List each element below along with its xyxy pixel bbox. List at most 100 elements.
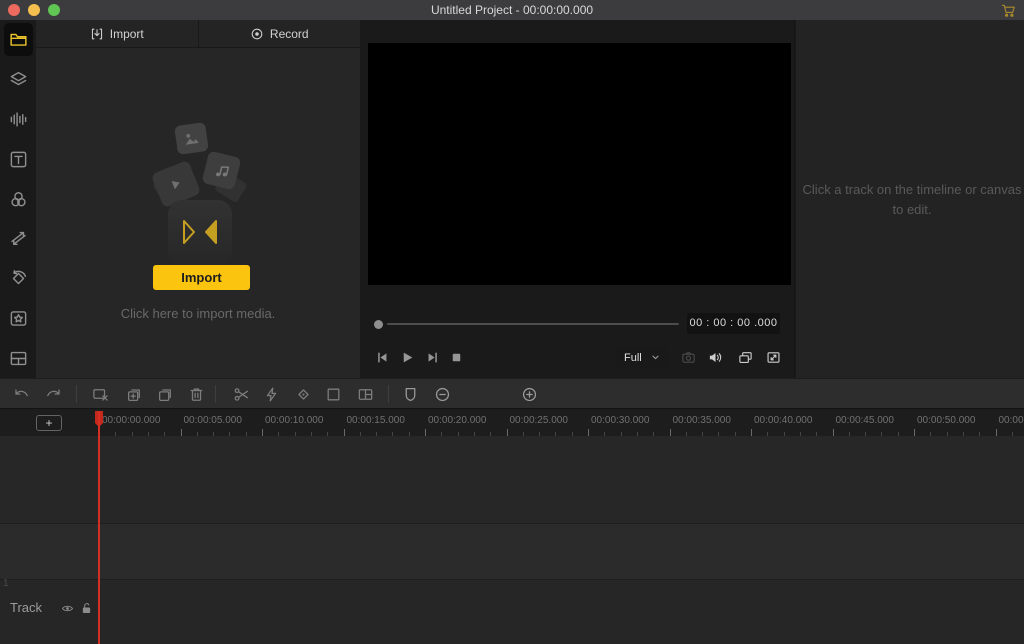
undo-icon[interactable] (13, 386, 30, 403)
redo-icon[interactable] (45, 386, 62, 403)
toolbar-divider (76, 385, 77, 403)
sidebar-item-effects[interactable] (0, 298, 36, 338)
tab-record[interactable]: Record (197, 20, 361, 47)
toolbar-divider (388, 385, 389, 403)
zoom-in-icon[interactable] (521, 386, 538, 403)
layers-icon (9, 70, 28, 89)
app-window: Untitled Project - 00:00:00.000 Import R… (0, 0, 1024, 644)
copy-icon[interactable] (126, 386, 143, 403)
add-track-button[interactable]: + (36, 415, 62, 431)
window-title: Untitled Project - 00:00:00.000 (430, 3, 594, 17)
transitions-icon (9, 229, 28, 248)
stop-icon[interactable] (449, 350, 464, 365)
camera-icon[interactable] (681, 350, 696, 365)
split-grid-icon[interactable] (357, 386, 374, 403)
duplicate-icon[interactable] (157, 386, 174, 403)
marker-icon[interactable] (402, 386, 419, 403)
ruler-tick (751, 429, 752, 436)
inspector-panel: Click a track on the timeline or canvas … (796, 20, 1024, 378)
keyframe-icon[interactable] (295, 386, 312, 403)
crop-icon[interactable] (325, 386, 342, 403)
speed-icon[interactable] (263, 386, 280, 403)
delete-clip-icon[interactable] (92, 386, 109, 403)
ruler-label: 00:00:15.000 (346, 415, 405, 426)
import-tab-icon (90, 27, 104, 41)
ruler-label: 00:00:10.000 (265, 415, 324, 426)
ruler-label: 00:00:35.000 (672, 415, 731, 426)
ruler-label: 00:00:00.000 (102, 415, 161, 426)
sidebar (0, 20, 36, 378)
ruler-tick (180, 429, 182, 436)
sidebar-item-audio[interactable] (0, 100, 36, 140)
ruler-tick (425, 429, 426, 436)
import-button[interactable]: Import (153, 265, 250, 290)
cart-icon[interactable] (1001, 3, 1016, 18)
timeline-empty-area[interactable] (0, 436, 1024, 523)
timeline-tracks: 1 Track (0, 436, 1024, 644)
ruler-tick (343, 429, 345, 436)
tab-record-label: Record (269, 26, 309, 41)
chevron-down-icon (651, 353, 660, 362)
ruler-tick (506, 429, 508, 436)
track-number: 1 (3, 578, 9, 589)
text-icon (9, 150, 28, 169)
eye-icon[interactable] (61, 602, 74, 615)
toolbar-divider (215, 385, 216, 403)
sidebar-item-text[interactable] (0, 139, 36, 179)
scrubber-track[interactable] (387, 323, 679, 325)
play-icon[interactable] (400, 350, 415, 365)
preview-zoom-value: Full (624, 351, 642, 364)
ruler-label: 00:00:40.000 (754, 415, 813, 426)
edit-toolbar: Export (0, 378, 1024, 408)
ruler-label: 00:00:50.000 (917, 415, 976, 426)
lock-icon[interactable] (80, 602, 93, 615)
fullscreen-icon[interactable] (766, 350, 781, 365)
split-screen-icon (9, 349, 28, 368)
tab-import[interactable]: Import (36, 20, 198, 47)
sidebar-item-transitions[interactable] (0, 219, 36, 259)
import-artwork (36, 48, 360, 279)
scissors-icon[interactable] (233, 386, 250, 403)
sidebar-item-elements[interactable] (0, 60, 36, 100)
scrubber-handle[interactable] (374, 320, 383, 329)
track-lane[interactable] (0, 523, 1024, 579)
ruler-label: 00:00:20.000 (428, 415, 487, 426)
import-hint: Click here to import media. (120, 306, 276, 321)
trash-icon[interactable] (188, 386, 205, 403)
rotate-icon (9, 269, 28, 288)
filters-icon (9, 190, 28, 209)
preview-zoom-select[interactable]: Full (617, 347, 667, 368)
preview-canvas[interactable] (368, 43, 791, 285)
effects-icon (9, 309, 28, 328)
sidebar-item-behaviors[interactable] (0, 259, 36, 299)
next-frame-icon[interactable] (425, 350, 440, 365)
zoom-out-icon[interactable] (434, 386, 451, 403)
ruler-tick (995, 429, 997, 436)
ruler-tick (588, 429, 589, 436)
volume-icon[interactable] (708, 350, 723, 365)
ruler-tick (914, 429, 915, 436)
time-display: 00 : 00 : 00 .000 (687, 313, 780, 334)
media-panel: Import Record Import Click here to impor… (36, 20, 360, 378)
ruler-label: 00:00:55.000 (998, 415, 1024, 426)
prev-frame-icon[interactable] (375, 350, 390, 365)
media-tabbar: Import Record (36, 20, 360, 48)
preview-panel: 00 : 00 : 00 .000 Full (360, 20, 795, 378)
sidebar-item-media[interactable] (0, 20, 36, 60)
tab-import-label: Import (109, 26, 144, 41)
track-lane[interactable] (0, 579, 1024, 644)
sidebar-item-split-screen[interactable] (0, 338, 36, 378)
track-name: Track (10, 600, 43, 615)
ruler-tick (669, 429, 671, 436)
ruler-label: 00:00:25.000 (509, 415, 568, 426)
inspector-hint: Click a track on the timeline or canvas … (802, 182, 1022, 218)
dual-screen-icon[interactable] (738, 350, 753, 365)
titlebar: Untitled Project - 00:00:00.000 (0, 0, 1024, 20)
ruler-tick (262, 429, 263, 436)
sidebar-item-filters[interactable] (0, 179, 36, 219)
acemovi-logo (168, 200, 232, 264)
record-tab-icon (250, 27, 264, 41)
folder-icon (3, 23, 33, 57)
image-card (174, 121, 209, 156)
timeline-ruler[interactable]: + 00:00:00.000 00:00:05.000 00:00:10.000 00… (0, 408, 1024, 436)
